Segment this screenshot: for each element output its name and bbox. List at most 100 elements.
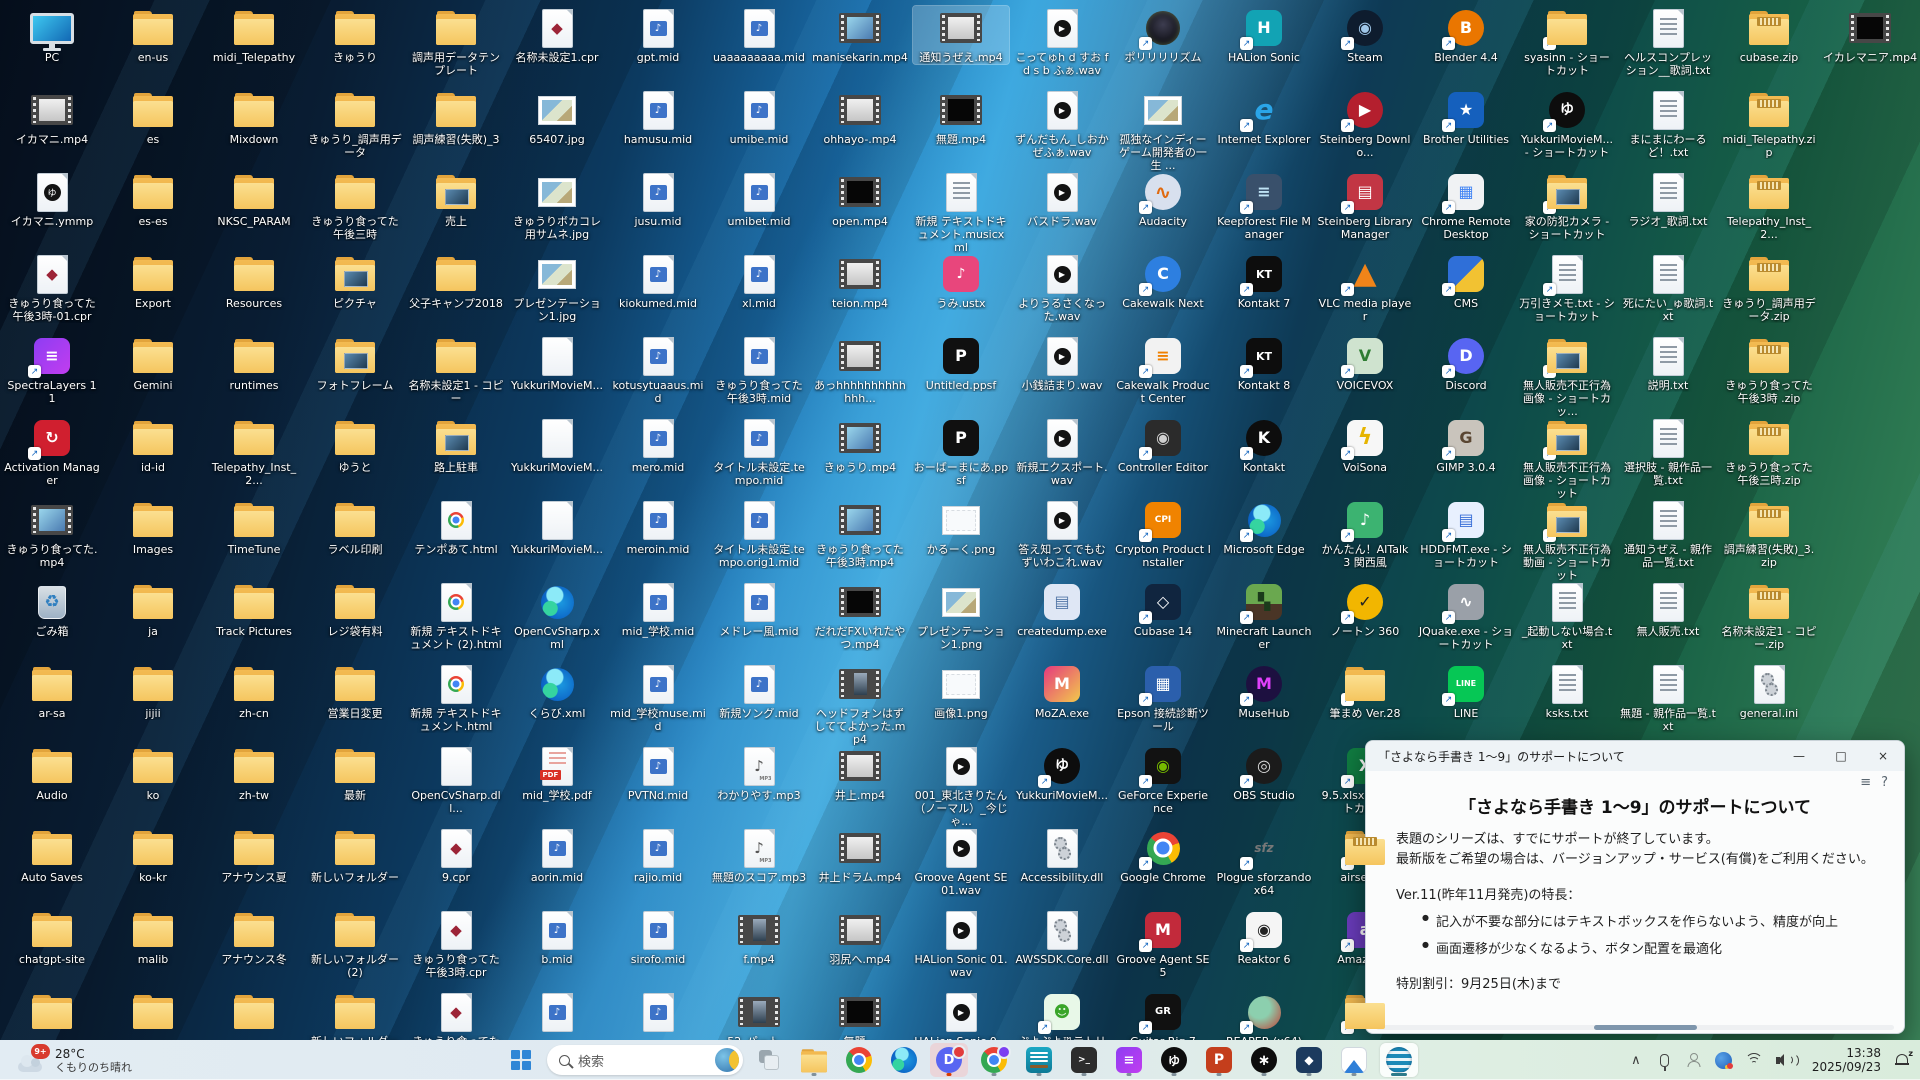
- desktop-icon[interactable]: 井上ドラム.mp4: [812, 826, 908, 884]
- desktop-icon[interactable]: PDFmid_学校.pdf: [509, 744, 605, 802]
- desktop-icon[interactable]: ♪kiokumed.mid: [610, 252, 706, 310]
- desktop-icon[interactable]: e↗Internet Explorer: [1216, 88, 1312, 146]
- taskbar-discord[interactable]: D: [930, 1043, 968, 1077]
- desktop-icon[interactable]: ラジオ_歌詞.txt: [1620, 170, 1716, 228]
- desktop-icon[interactable]: ◉↗GeForce Experience: [1115, 744, 1211, 815]
- desktop-icon[interactable]: ゆ↗YukkuriMovieM...: [1014, 744, 1110, 802]
- desktop-icon[interactable]: ♪kotusytuaaus.mid: [610, 334, 706, 405]
- desktop-icon[interactable]: ♪aorin.mid: [509, 826, 605, 884]
- desktop-icon[interactable]: ▶Groove Agent SE 01.wav: [913, 826, 1009, 897]
- desktop-icon[interactable]: 無題…: [812, 990, 908, 1040]
- desktop-icon[interactable]: ↗無人販売不正行為画像 - ショートカット: [1519, 416, 1615, 500]
- desktop-icon[interactable]: ♪タイトル未設定.tempo.orig1.mid: [711, 498, 807, 569]
- desktop-icon[interactable]: きゅうり_調声用データ.zip: [1721, 252, 1817, 323]
- desktop-icon[interactable]: ♪xl.mid: [711, 252, 807, 310]
- desktop-icon[interactable]: LINE↗LINE: [1418, 662, 1514, 720]
- desktop-icon[interactable]: ↗REAPER (x64): [1216, 990, 1312, 1040]
- desktop-icon[interactable]: 画像1.png: [913, 662, 1009, 720]
- taskbar-powerpoint[interactable]: P: [1200, 1043, 1238, 1077]
- desktop-icon[interactable]: ∿↗JQuake.exe - ショートカット: [1418, 580, 1514, 651]
- desktop-icon[interactable]: 父子キャンプ2018: [408, 252, 504, 310]
- desktop-icon[interactable]: 新規 テキストドキュメント (2).html: [408, 580, 504, 651]
- desktop-icon[interactable]: ♪PVTNd.mid: [610, 744, 706, 802]
- taskbar-clock[interactable]: 13:38 2025/09/23: [1812, 1046, 1881, 1074]
- desktop-icon[interactable]: ◉↗Steam: [1317, 6, 1413, 64]
- tray-microphone-icon[interactable]: [1657, 1054, 1673, 1067]
- desktop-icon[interactable]: f.mp4: [711, 908, 807, 966]
- desktop-icon[interactable]: ▶HALion Sonic 01.wav: [913, 908, 1009, 979]
- desktop-icon[interactable]: ↗万引きメモ.txt - ショートカット: [1519, 252, 1615, 323]
- desktop-icon[interactable]: だれだFXいれたやつ.mp4: [812, 580, 908, 651]
- desktop-icon[interactable]: ♪うみ.ustx: [913, 252, 1009, 310]
- desktop-icon[interactable]: ◎↗OBS Studio: [1216, 744, 1312, 802]
- desktop-icon[interactable]: OpenCvSharp.xml: [509, 580, 605, 651]
- desktop-icon[interactable]: TimeTune: [206, 498, 302, 556]
- desktop-icon[interactable]: きゅうり食ってた午後3時.mp4: [812, 498, 908, 569]
- desktop-icon[interactable]: ▤↗Steinberg Library Manager: [1317, 170, 1413, 241]
- desktop-icon[interactable]: OpenCvSharp.dll...: [408, 744, 504, 815]
- desktop-icon[interactable]: MMoZA.exe: [1014, 662, 1110, 720]
- desktop-icon[interactable]: ↻↗Activation Manager: [4, 416, 100, 487]
- taskbar-terminal[interactable]: >_: [1065, 1043, 1103, 1077]
- desktop-icon[interactable]: YukkuriMovieM...: [509, 498, 605, 556]
- desktop-icon[interactable]: イカレマニア.mp4: [1822, 6, 1918, 64]
- desktop-icon[interactable]: ≡↗SpectraLayers 11: [4, 334, 100, 405]
- desktop-icon[interactable]: Export: [105, 252, 201, 310]
- desktop-icon[interactable]: ◆9.cpr: [408, 826, 504, 884]
- desktop-icon[interactable]: Accessibility.dll: [1014, 826, 1110, 884]
- desktop-icon[interactable]: きゅうりボカコレ用サムネ.jpg: [509, 170, 605, 241]
- desktop-icon[interactable]: ▦↗Epson 接続診断ツール: [1115, 662, 1211, 733]
- desktop-icon[interactable]: ▶ずんだもん_しおかぜふぁ.wav: [1014, 88, 1110, 159]
- desktop-icon[interactable]: 無題 - 親作品一覧.txt: [1620, 662, 1716, 733]
- desktop-icon[interactable]: 通知うぜえ.mp4: [913, 6, 1009, 64]
- desktop-icon[interactable]: M↗Groove Agent SE 5: [1115, 908, 1211, 979]
- close-button[interactable]: ×: [1862, 741, 1904, 771]
- desktop-icon[interactable]: プレゼンテーション1.jpg: [509, 252, 605, 323]
- desktop-icon[interactable]: H↗HALion Sonic: [1216, 6, 1312, 64]
- tray-chevron-up-icon[interactable]: ∧: [1628, 1053, 1644, 1068]
- desktop-icon[interactable]: ♪jusu.mid: [610, 170, 706, 228]
- desktop-icon[interactable]: cubase.zip: [1721, 6, 1817, 64]
- desktop-icon[interactable]: jijii: [105, 662, 201, 720]
- desktop-icon[interactable]: ♪umibet.mid: [711, 170, 807, 228]
- desktop-icon[interactable]: YukkuriMovieM...: [509, 416, 605, 474]
- desktop-icon[interactable]: midi_Telepathy: [206, 6, 302, 64]
- desktop-icon[interactable]: V↗VOICEVOX: [1317, 334, 1413, 392]
- taskbar-yukkurimoviemaker[interactable]: ゆ: [1155, 1043, 1193, 1077]
- desktop-icon[interactable]: runtimes: [206, 334, 302, 392]
- desktop-icon[interactable]: ko-kr: [105, 826, 201, 884]
- horizontal-scrollbar[interactable]: [1376, 1025, 1894, 1030]
- desktop-icon[interactable]: ヘルスコンプレッション__歌詞.txt: [1620, 6, 1716, 77]
- desktop-icon[interactable]: 説明.txt: [1620, 334, 1716, 392]
- desktop-icon[interactable]: 売上: [408, 170, 504, 228]
- desktop-icon[interactable]: ♪きゅうり食ってた午後3時.mid: [711, 334, 807, 405]
- desktop-icon[interactable]: ar-sa: [4, 662, 100, 720]
- desktop-icon[interactable]: 孤独なインディーゲーム開発者の一生 ...: [1115, 88, 1211, 172]
- desktop-icon[interactable]: ♻ごみ箱: [4, 580, 100, 638]
- desktop-icon[interactable]: YukkuriMovieM...: [509, 334, 605, 392]
- desktop-icon[interactable]: ★↗Brother Utilities: [1418, 88, 1514, 146]
- desktop-icon[interactable]: ♪: [509, 990, 605, 1035]
- desktop-icon[interactable]: Gemini: [105, 334, 201, 392]
- desktop-icon[interactable]: Mixdown: [206, 88, 302, 146]
- desktop-icon[interactable]: ✓↗ノートン 360: [1317, 580, 1413, 638]
- desktop-icon[interactable]: teion.mp4: [812, 252, 908, 310]
- desktop-icon[interactable]: chatgpt-site: [4, 908, 100, 966]
- desktop-icon[interactable]: 52_パート…: [711, 990, 807, 1040]
- taskbar-cubase[interactable]: ◆: [1290, 1043, 1328, 1077]
- desktop-icon[interactable]: 調声用データテンプレート: [408, 6, 504, 77]
- desktop-icon[interactable]: プレゼンテーション1.png: [913, 580, 1009, 651]
- desktop-icon[interactable]: アナウンス冬: [206, 908, 302, 966]
- desktop-icon[interactable]: ↗ポリリリリズム: [1115, 6, 1211, 64]
- taskbar-spectralayers[interactable]: ≡: [1110, 1043, 1148, 1077]
- desktop-icon[interactable]: es: [105, 88, 201, 146]
- wifi-icon[interactable]: [1745, 1053, 1763, 1067]
- desktop-icon[interactable]: ▶こってゅh d すお f d s b ふぁ.wav: [1014, 6, 1110, 77]
- desktop-icon[interactable]: K↗Kontakt: [1216, 416, 1312, 474]
- desktop-icon[interactable]: きゅうり食ってた午後三時.zip: [1721, 416, 1817, 487]
- desktop-icon[interactable]: 新しいフォルダー: [307, 826, 403, 884]
- desktop-icon[interactable]: B↗Blender 4.4: [1418, 6, 1514, 64]
- desktop-icon[interactable]: 65407.jpg: [509, 88, 605, 146]
- desktop-icon[interactable]: Resources: [206, 252, 302, 310]
- desktop-icon[interactable]: malib: [105, 908, 201, 966]
